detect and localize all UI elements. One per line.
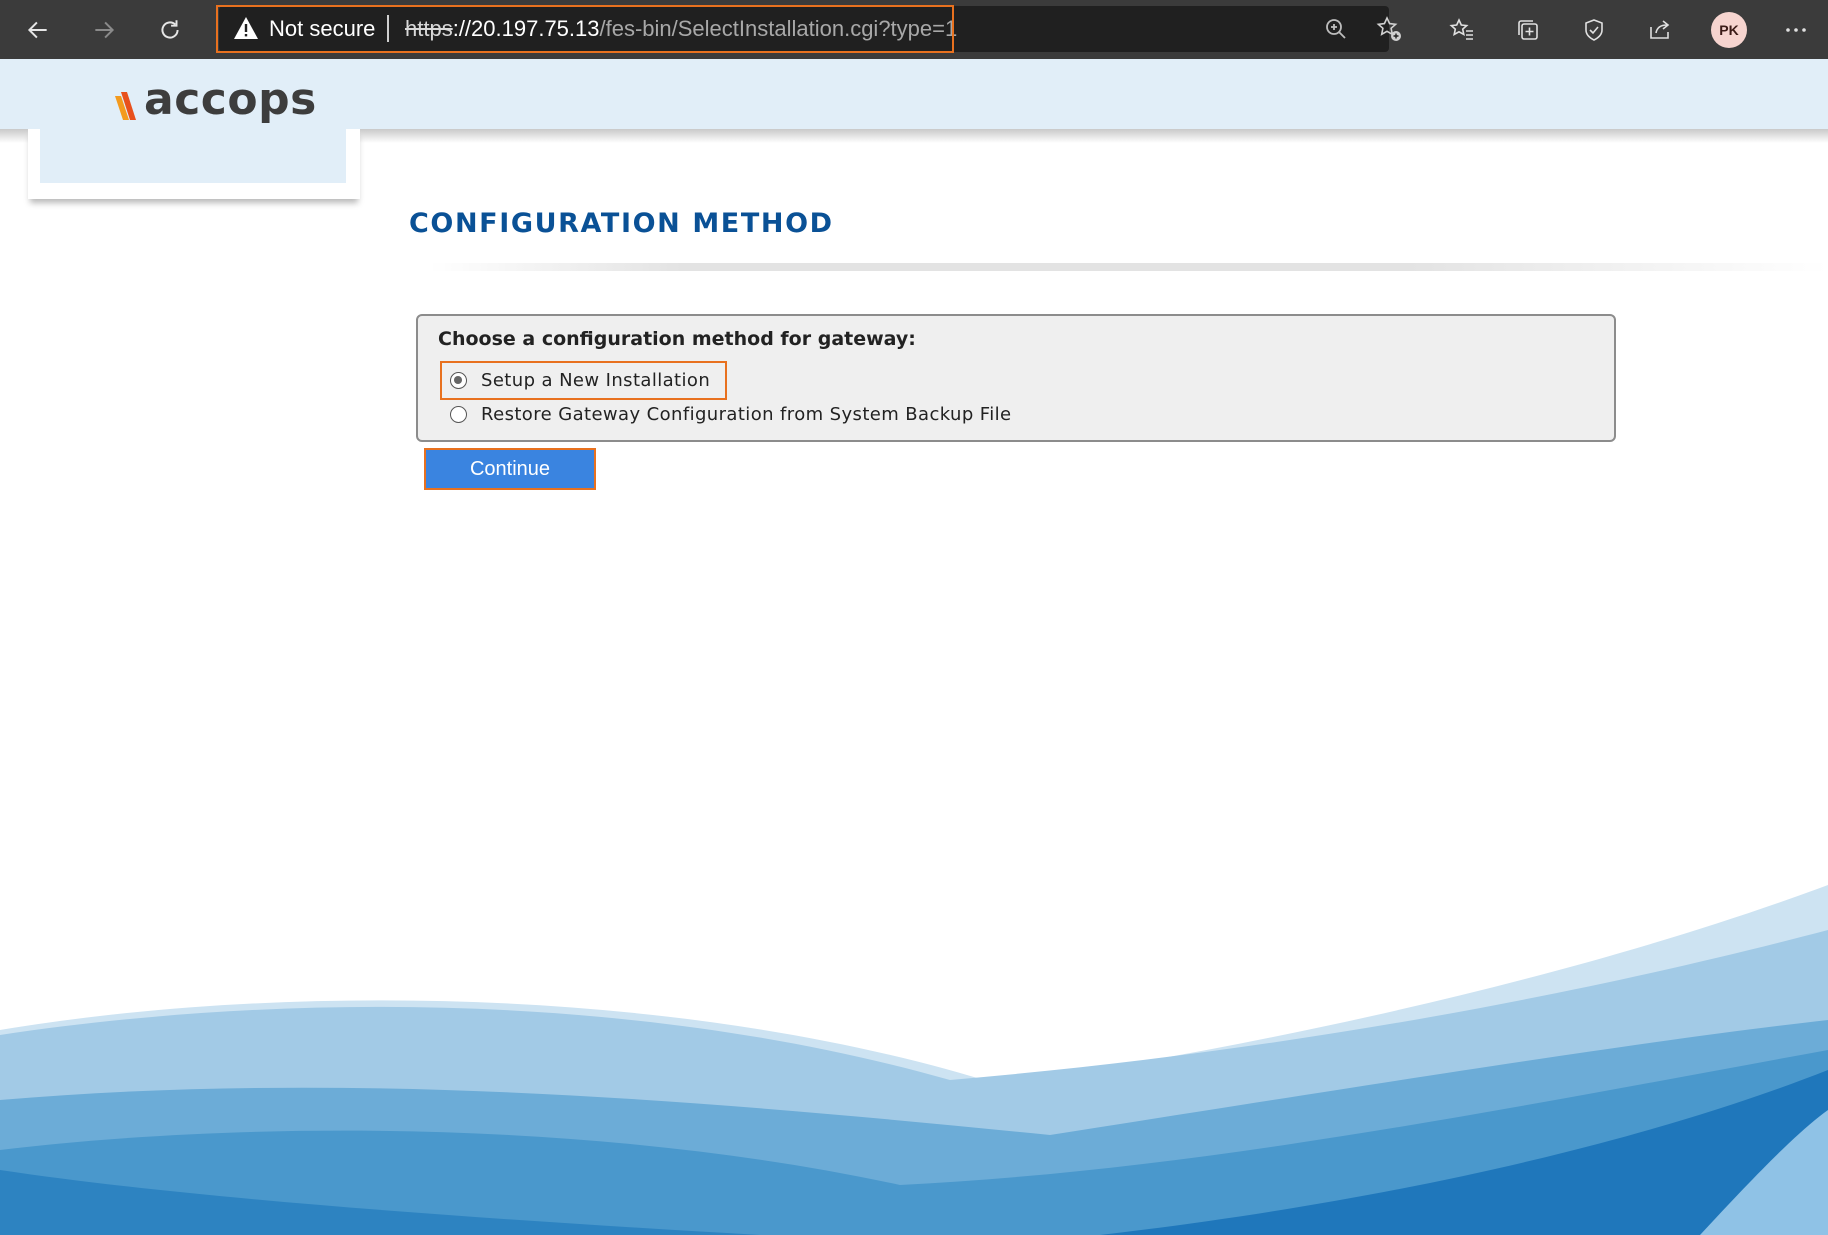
restore-backup-radio[interactable] bbox=[450, 406, 467, 423]
zoom-icon[interactable] bbox=[1322, 15, 1350, 43]
add-favorite-icon[interactable] bbox=[1375, 15, 1403, 43]
url-text[interactable]: https://20.197.75.13/fes-bin/SelectInsta… bbox=[405, 16, 957, 42]
security-label[interactable]: Not secure bbox=[269, 16, 375, 42]
favorites-icon[interactable] bbox=[1442, 10, 1482, 50]
back-arrow-icon[interactable] bbox=[18, 10, 58, 50]
warning-icon bbox=[234, 17, 258, 39]
forward-arrow-icon[interactable] bbox=[84, 10, 124, 50]
accops-logo-mark-icon bbox=[115, 92, 136, 120]
brand-logo: accops bbox=[144, 74, 317, 125]
option-label[interactable]: Restore Gateway Configuration from Syste… bbox=[481, 404, 1012, 425]
config-method-panel: Choose a configuration method for gatewa… bbox=[416, 314, 1616, 442]
option-new-installation[interactable]: Setup a New Installation bbox=[450, 370, 710, 391]
logo-card bbox=[28, 129, 360, 199]
new-installation-radio[interactable] bbox=[450, 372, 467, 389]
url-scheme: https bbox=[405, 16, 453, 41]
profile-avatar[interactable]: PK bbox=[1711, 12, 1747, 48]
config-prompt: Choose a configuration method for gatewa… bbox=[438, 328, 916, 350]
collections-icon[interactable] bbox=[1508, 10, 1548, 50]
address-bar[interactable]: Not secure https://20.197.75.13/fes-bin/… bbox=[219, 6, 1401, 52]
title-divider bbox=[430, 263, 1828, 271]
performance-icon[interactable] bbox=[1574, 10, 1614, 50]
more-icon[interactable] bbox=[1776, 10, 1816, 50]
decorative-waves bbox=[0, 885, 1828, 1235]
refresh-icon[interactable] bbox=[150, 10, 190, 50]
option-restore-backup[interactable]: Restore Gateway Configuration from Syste… bbox=[450, 404, 1012, 425]
continue-button[interactable]: Continue bbox=[424, 448, 596, 490]
address-divider bbox=[387, 15, 389, 42]
url-path: /fes-bin/SelectInstallation.cgi?type=1 bbox=[599, 16, 958, 41]
page-title: CONFIGURATION METHOD bbox=[409, 208, 834, 239]
share-icon[interactable] bbox=[1640, 10, 1680, 50]
browser-toolbar: Not secure https://20.197.75.13/fes-bin/… bbox=[0, 0, 1828, 59]
url-host: ://20.197.75.13 bbox=[452, 16, 600, 41]
option-label[interactable]: Setup a New Installation bbox=[481, 370, 710, 391]
